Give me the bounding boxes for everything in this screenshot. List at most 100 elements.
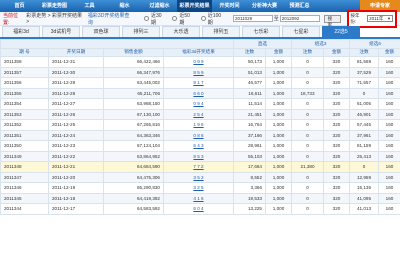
- group3-amount-cell: 320: [323, 108, 351, 120]
- date-cell: 2011-12-26: [48, 108, 104, 120]
- tab-dlt[interactable]: 大乐透: [162, 26, 200, 37]
- tab-ssq[interactable]: 双色球: [82, 26, 120, 37]
- group6-count-cell: 41,095: [349, 192, 380, 204]
- nav-filter-shrink[interactable]: 过滤缩水: [142, 0, 177, 12]
- result-cell[interactable]: 0 9 9: [163, 56, 234, 68]
- group3-count-cell: 21,380: [291, 161, 325, 173]
- year-label: 按年份:: [350, 12, 360, 24]
- result-cell[interactable]: 0 9 4: [163, 98, 234, 110]
- table-row: 2011354 2011-12-27 63,988,150 0 9 4 11,514 1,…: [0, 98, 400, 110]
- result-cell[interactable]: 8 5 3: [163, 150, 234, 162]
- group3-amount-cell: 320: [323, 129, 351, 141]
- radio-recent-100[interactable]: 近100期: [200, 12, 226, 26]
- nav-draw-time[interactable]: 开奖时间: [212, 0, 247, 12]
- sales-cell: 63,864,952: [103, 150, 164, 162]
- date-to-input[interactable]: 2012092: [279, 15, 320, 22]
- group-header-direct: 直选: [232, 39, 293, 49]
- result-cell[interactable]: 3 2 5: [163, 182, 234, 194]
- table-row: 2011355 2011-12-28 65,211,706 6 6 0 16,611 1,…: [0, 87, 400, 99]
- result-cell[interactable]: 8 5 9: [163, 66, 234, 78]
- sales-cell: 67,124,104: [103, 140, 164, 152]
- lottery-tabs: 福彩3d 3d试机号 双色球 排列三 大乐透 排列五 七乐彩 七星彩 22选5: [0, 26, 400, 39]
- date-cell: 2011-12-25: [48, 119, 104, 131]
- result-cell[interactable]: 9 1 7: [163, 77, 234, 89]
- sales-cell: 66,422,466: [103, 56, 164, 68]
- group3-amount-cell: 320: [323, 119, 351, 131]
- results-table: 直选 组选3 组选6 期 号开奖日期 销售金额 福彩3d开奖结果 注数 金额 注数 金额 注数…: [0, 39, 400, 215]
- group6-count-cell: 41,013: [349, 203, 380, 215]
- breadcrumb-link[interactable]: 福彩3D开奖结果查询: [88, 12, 134, 26]
- nav-forecast-summary[interactable]: 预测汇总: [282, 0, 317, 12]
- direct-amount-cell: 1,000: [264, 119, 293, 131]
- sales-cell: 64,419,392: [103, 192, 164, 204]
- group6-amount-cell: 160: [378, 182, 400, 194]
- group3-amount-cell: 320: [323, 150, 351, 162]
- header-spacer: [0, 39, 234, 49]
- result-cell[interactable]: 4 1 6: [163, 192, 234, 204]
- date-cell: 2011-12-17: [48, 203, 104, 215]
- tab-fc3d[interactable]: 福彩3d: [2, 26, 40, 37]
- nav-home[interactable]: 首页: [2, 0, 37, 12]
- sales-cell: 64,684,590: [103, 161, 164, 173]
- group6-count-cell: 0: [349, 87, 380, 99]
- result-cell[interactable]: 0 8 6: [163, 129, 234, 141]
- group3-amount-cell: 320: [323, 66, 351, 78]
- radio-recent-30[interactable]: 近30期: [144, 12, 166, 26]
- date-cell: 2011-12-18: [48, 192, 104, 204]
- result-cell[interactable]: 1 9 6: [163, 119, 234, 131]
- nav-trend-chart[interactable]: 彩票走势图: [37, 0, 72, 12]
- date-cell: 2011-12-29: [48, 77, 104, 89]
- direct-count-cell: 21,451: [233, 108, 266, 120]
- tab-qxc[interactable]: 七星彩: [282, 26, 320, 37]
- group6-amount-cell: 160: [378, 161, 400, 173]
- issue-cell: 2011347: [0, 171, 49, 183]
- tab-pl3[interactable]: 排列三: [122, 26, 160, 37]
- group6-amount-cell: 160: [378, 140, 400, 152]
- direct-amount-cell: 1,000: [264, 66, 293, 78]
- nav-filter[interactable]: 缩水: [107, 0, 142, 12]
- tab-pl5[interactable]: 排列五: [202, 26, 240, 37]
- column-header: 开奖日期: [48, 47, 104, 57]
- result-cell[interactable]: 2 5 4: [163, 108, 234, 120]
- group3-count-cell: 0: [291, 192, 325, 204]
- result-cell[interactable]: 6 0 4: [163, 203, 234, 215]
- issue-cell: 2011357: [0, 66, 49, 78]
- tab-22x5[interactable]: 22选5: [322, 26, 360, 37]
- result-cell[interactable]: 7 7 2: [163, 161, 234, 173]
- result-cell[interactable]: 5 4 3: [163, 140, 234, 152]
- direct-count-cell: 50,173: [233, 56, 266, 68]
- group3-count-cell: 0: [291, 203, 325, 215]
- tab-qlc[interactable]: 七乐彩: [242, 26, 280, 37]
- result-cell[interactable]: 6 6 0: [163, 87, 234, 99]
- group3-count-cell: 0: [291, 66, 325, 78]
- group6-amount-cell: 160: [378, 77, 400, 89]
- column-header: 金额: [323, 47, 351, 57]
- group3-count-cell: 0: [291, 77, 325, 89]
- date-cell: 2011-12-20: [48, 171, 104, 183]
- date-cell: 2011-12-22: [48, 150, 104, 162]
- date-cell: 2011-12-21: [48, 161, 104, 173]
- sales-cell: 66,347,976: [103, 66, 164, 78]
- year-select[interactable]: 2011年 ▼: [367, 15, 394, 22]
- nav-lottery-results[interactable]: 彩票开奖结果: [177, 0, 212, 12]
- result-cell[interactable]: 3 5 2: [163, 171, 234, 183]
- group3-amount-cell: 320: [323, 77, 351, 89]
- nav-tools[interactable]: 工具: [72, 0, 107, 12]
- table-row: 2011352 2011-12-25 67,265,816 1 9 6 16,764 1,…: [0, 119, 400, 131]
- nav-analysis-contest[interactable]: 分析神大赛: [247, 0, 282, 12]
- direct-amount-cell: 1,000: [264, 150, 293, 162]
- search-button[interactable]: 搜索: [323, 14, 341, 27]
- direct-amount-cell: 1,000: [264, 192, 293, 204]
- group6-count-cell: 81,159: [349, 140, 380, 152]
- radio-recent-50[interactable]: 近50期: [172, 12, 194, 26]
- tab-3d-test[interactable]: 3d试机号: [42, 26, 80, 37]
- issue-cell: 2011346: [0, 182, 49, 194]
- issue-cell: 2011352: [0, 119, 49, 131]
- group6-count-cell: 57,445: [349, 119, 380, 131]
- date-from-input[interactable]: 2011029: [232, 15, 273, 22]
- column-header: 注数: [233, 47, 266, 57]
- group3-count-cell: 0: [291, 98, 325, 110]
- column-header: 期 号: [0, 47, 49, 57]
- group6-amount-cell: 160: [378, 66, 400, 78]
- issue-cell: 2011348: [0, 161, 49, 173]
